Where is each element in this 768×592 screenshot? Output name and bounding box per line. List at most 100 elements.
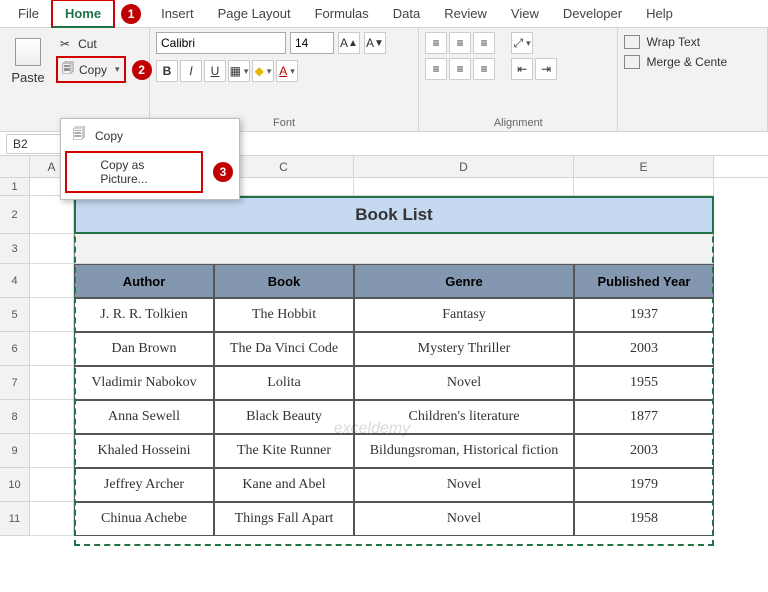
cell[interactable] bbox=[30, 468, 74, 502]
row-header[interactable]: 1 bbox=[0, 178, 30, 196]
merge-center-button[interactable]: Merge & Cente bbox=[624, 52, 761, 72]
cell-genre[interactable]: Fantasy bbox=[354, 298, 574, 332]
cell[interactable] bbox=[30, 366, 74, 400]
increase-font-button[interactable]: A▲ bbox=[338, 32, 360, 54]
row-header[interactable]: 11 bbox=[0, 502, 30, 536]
cell-book[interactable]: The Da Vinci Code bbox=[214, 332, 354, 366]
row-header[interactable]: 8 bbox=[0, 400, 30, 434]
tab-file[interactable]: File bbox=[6, 1, 51, 26]
cell[interactable] bbox=[30, 298, 74, 332]
title-cell[interactable]: Book List bbox=[74, 196, 714, 234]
tab-help[interactable]: Help bbox=[634, 1, 685, 26]
cell[interactable] bbox=[74, 234, 714, 264]
clipboard-group: Paste Cut 🗐Copy 2 bbox=[0, 28, 150, 131]
cell[interactable] bbox=[354, 178, 574, 196]
row-header[interactable]: 10 bbox=[0, 468, 30, 502]
cell-year[interactable]: 1958 bbox=[574, 502, 714, 536]
cell-book[interactable]: Lolita bbox=[214, 366, 354, 400]
align-left-button[interactable]: ≡ bbox=[425, 58, 447, 80]
select-all-corner[interactable] bbox=[0, 156, 30, 177]
cell-author[interactable]: Vladimir Nabokov bbox=[74, 366, 214, 400]
header-book[interactable]: Book bbox=[214, 264, 354, 298]
fill-color-button[interactable]: ◆ bbox=[252, 60, 274, 82]
row-header[interactable]: 3 bbox=[0, 234, 30, 264]
align-top-button[interactable]: ≡ bbox=[425, 32, 447, 54]
increase-indent-button[interactable]: ⇥ bbox=[535, 58, 557, 80]
bold-button[interactable]: B bbox=[156, 60, 178, 82]
cell-year[interactable]: 2003 bbox=[574, 332, 714, 366]
row-header[interactable]: 2 bbox=[0, 196, 30, 234]
formula-bar[interactable]: Book List bbox=[164, 137, 768, 151]
col-header-e[interactable]: E bbox=[574, 156, 714, 177]
row-header[interactable]: 5 bbox=[0, 298, 30, 332]
cell-book[interactable]: Kane and Abel bbox=[214, 468, 354, 502]
cell-book[interactable]: The Kite Runner bbox=[214, 434, 354, 468]
row-header[interactable]: 7 bbox=[0, 366, 30, 400]
cell-genre[interactable]: Bildungsroman, Historical fiction bbox=[354, 434, 574, 468]
cell-year[interactable]: 1937 bbox=[574, 298, 714, 332]
cell-genre[interactable]: Children's literature bbox=[354, 400, 574, 434]
cell-genre[interactable]: Mystery Thriller bbox=[354, 332, 574, 366]
row-header[interactable]: 9 bbox=[0, 434, 30, 468]
tab-home[interactable]: Home bbox=[51, 0, 115, 29]
header-year[interactable]: Published Year bbox=[574, 264, 714, 298]
cell-book[interactable]: Things Fall Apart bbox=[214, 502, 354, 536]
font-size-input[interactable] bbox=[290, 32, 334, 54]
cell-genre[interactable]: Novel bbox=[354, 366, 574, 400]
row-header[interactable]: 4 bbox=[0, 264, 30, 298]
header-genre[interactable]: Genre bbox=[354, 264, 574, 298]
orientation-button[interactable]: ⤢ bbox=[511, 32, 533, 54]
align-bottom-button[interactable]: ≡ bbox=[473, 32, 495, 54]
tab-page-layout[interactable]: Page Layout bbox=[206, 1, 303, 26]
wrap-text-button[interactable]: Wrap Text bbox=[624, 32, 761, 52]
dropdown-copy[interactable]: 🗐Copy bbox=[61, 123, 239, 149]
cell[interactable] bbox=[30, 434, 74, 468]
cell-book[interactable]: The Hobbit bbox=[214, 298, 354, 332]
cell-year[interactable]: 1955 bbox=[574, 366, 714, 400]
tab-developer[interactable]: Developer bbox=[551, 1, 634, 26]
row-header[interactable]: 6 bbox=[0, 332, 30, 366]
tab-review[interactable]: Review bbox=[432, 1, 499, 26]
align-center-button[interactable]: ≡ bbox=[449, 58, 471, 80]
tab-view[interactable]: View bbox=[499, 1, 551, 26]
scissors-icon bbox=[60, 37, 73, 51]
cell-genre[interactable]: Novel bbox=[354, 502, 574, 536]
col-header-d[interactable]: D bbox=[354, 156, 574, 177]
paste-button[interactable]: Paste bbox=[6, 32, 50, 85]
grid[interactable]: Book List Author Book Genre Published Ye… bbox=[30, 178, 714, 536]
align-middle-button[interactable]: ≡ bbox=[449, 32, 471, 54]
cell[interactable] bbox=[574, 178, 714, 196]
cell-year[interactable]: 1877 bbox=[574, 400, 714, 434]
cell-author[interactable]: Dan Brown bbox=[74, 332, 214, 366]
cell-genre[interactable]: Novel bbox=[354, 468, 574, 502]
tab-formulas[interactable]: Formulas bbox=[303, 1, 381, 26]
cell-year[interactable]: 2003 bbox=[574, 434, 714, 468]
cut-button[interactable]: Cut bbox=[56, 36, 152, 52]
cell[interactable] bbox=[30, 264, 74, 298]
cell-author[interactable]: Khaled Hosseini bbox=[74, 434, 214, 468]
font-color-button[interactable]: A bbox=[276, 60, 298, 82]
cell[interactable] bbox=[30, 400, 74, 434]
cell-author[interactable]: J. R. R. Tolkien bbox=[74, 298, 214, 332]
decrease-indent-button[interactable]: ⇤ bbox=[511, 58, 533, 80]
copy-split-button[interactable]: 🗐Copy bbox=[56, 56, 126, 83]
cell[interactable] bbox=[30, 196, 74, 234]
cell-author[interactable]: Chinua Achebe bbox=[74, 502, 214, 536]
cell[interactable] bbox=[30, 502, 74, 536]
cell-author[interactable]: Anna Sewell bbox=[74, 400, 214, 434]
italic-button[interactable]: I bbox=[180, 60, 202, 82]
header-author[interactable]: Author bbox=[74, 264, 214, 298]
cell[interactable] bbox=[30, 234, 74, 264]
tab-data[interactable]: Data bbox=[381, 1, 432, 26]
cell-author[interactable]: Jeffrey Archer bbox=[74, 468, 214, 502]
decrease-font-button[interactable]: A▼ bbox=[364, 32, 386, 54]
dropdown-copy-as-picture[interactable]: Copy as Picture... bbox=[65, 151, 203, 193]
border-button[interactable]: ▦ bbox=[228, 60, 250, 82]
align-right-button[interactable]: ≡ bbox=[473, 58, 495, 80]
tab-insert[interactable]: Insert bbox=[149, 1, 206, 26]
underline-button[interactable]: U bbox=[204, 60, 226, 82]
cell[interactable] bbox=[30, 332, 74, 366]
cell-year[interactable]: 1979 bbox=[574, 468, 714, 502]
cell-book[interactable]: Black Beauty bbox=[214, 400, 354, 434]
font-name-input[interactable] bbox=[156, 32, 286, 54]
